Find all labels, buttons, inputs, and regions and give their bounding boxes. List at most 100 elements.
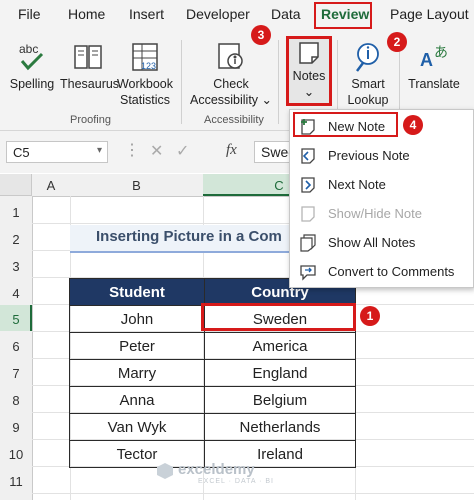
tab-page-layout[interactable]: Page Layout [390, 6, 469, 22]
student-cell[interactable]: Peter [69, 332, 205, 360]
ribbon-separator [278, 40, 279, 124]
show-all-notes-icon [299, 234, 317, 257]
convert-to-comments-icon [299, 263, 317, 286]
step-badge-2: 2 [387, 32, 407, 52]
row-header-4[interactable]: 4 [0, 286, 32, 301]
book-icon [74, 45, 102, 69]
show-all-notes-label: Show All Notes [328, 235, 416, 250]
smart-lookup-label-2: Lookup [347, 93, 389, 107]
tab-home[interactable]: Home [68, 6, 105, 22]
proofing-group-label: Proofing [70, 114, 111, 126]
spelling-button[interactable]: abc Spelling [8, 40, 56, 92]
svg-text:A: A [420, 50, 433, 70]
chevron-down-icon: ▾ [96, 145, 102, 156]
menu-item-previous-note[interactable]: Previous Note [290, 141, 473, 170]
column-header-a[interactable]: A [32, 178, 70, 193]
row-header-1[interactable]: 1 [0, 205, 32, 220]
student-cell[interactable]: Marry [69, 359, 205, 387]
country-cell[interactable]: Netherlands [204, 413, 356, 441]
name-box[interactable]: C5 ▾ [6, 141, 108, 163]
more-options-icon: ⋮ [124, 142, 140, 159]
menu-item-show-all-notes[interactable]: Show All Notes [290, 228, 473, 257]
svg-text:123: 123 [141, 61, 156, 71]
show-hide-note-icon [299, 205, 317, 228]
translate-label: Translate [408, 77, 460, 91]
thesaurus-button[interactable]: Thesaurus [60, 40, 120, 92]
row-header-3[interactable]: 3 [0, 259, 32, 274]
check-accessibility-label-1: Check [213, 77, 249, 91]
spelling-icon: abc [19, 42, 44, 71]
workbook-statistics-label-2: Statistics [119, 93, 170, 107]
table-row: Marry England [69, 359, 356, 387]
svg-text:abc: abc [19, 42, 38, 56]
spelling-label: Spelling [9, 77, 55, 91]
row-header-5[interactable]: 5 [0, 312, 32, 327]
translate-icon: A あ [420, 45, 448, 70]
name-box-value: C5 [13, 145, 30, 160]
ribbon-separator [181, 40, 182, 124]
menu-item-show-hide-note[interactable]: Show/Hide Note [290, 199, 473, 228]
smart-lookup-icon [356, 43, 379, 72]
table-row: Van Wyk Netherlands [69, 413, 356, 441]
student-cell[interactable]: John [69, 305, 205, 333]
accessibility-icon [218, 43, 243, 69]
sheet-title: Inserting Picture in a Com [96, 228, 282, 245]
row-header-11[interactable]: 11 [0, 474, 32, 489]
step-badge-4: 4 [403, 115, 423, 135]
previous-note-label: Previous Note [328, 148, 410, 163]
check-accessibility-label-2: Accessibility [189, 93, 259, 107]
selected-cell-highlight [201, 303, 356, 331]
thesaurus-label: Thesaurus [60, 77, 120, 91]
student-cell[interactable]: Van Wyk [69, 413, 205, 441]
row-header-8[interactable]: 8 [0, 393, 32, 408]
cancel-icon[interactable]: ✕ [150, 141, 163, 161]
tab-data[interactable]: Data [271, 6, 301, 22]
menu-item-next-note[interactable]: Next Note [290, 170, 473, 199]
row-header-2[interactable]: 2 [0, 232, 32, 247]
menu-item-convert-to-comments[interactable]: Convert to Comments [290, 257, 473, 286]
tab-developer[interactable]: Developer [186, 6, 250, 22]
exceldemy-logo-icon [156, 462, 174, 480]
enter-icon[interactable]: ✓ [176, 141, 189, 161]
row-header-6[interactable]: 6 [0, 339, 32, 354]
notes-label: Notes [292, 69, 326, 83]
show-hide-note-label: Show/Hide Note [328, 206, 422, 221]
chevron-down-icon: ⌄ [303, 85, 315, 99]
note-icon [299, 42, 319, 64]
next-note-icon [299, 176, 317, 199]
review-tab-highlight [314, 2, 372, 29]
table-row: Peter America [69, 332, 356, 360]
country-cell[interactable]: England [204, 359, 356, 387]
translate-button[interactable]: A あ Translate [404, 40, 464, 92]
svg-text:あ: あ [434, 45, 448, 61]
row-header-7[interactable]: 7 [0, 366, 32, 381]
country-cell[interactable]: Belgium [204, 386, 356, 414]
next-note-label: Next Note [328, 177, 386, 192]
student-cell[interactable]: Anna [69, 386, 205, 414]
chevron-down-icon: ⌄ [258, 93, 273, 107]
tab-file[interactable]: File [18, 6, 41, 22]
tab-insert[interactable]: Insert [129, 6, 164, 22]
workbook-statistics-label-1: Workbook [116, 77, 174, 91]
smart-lookup-button[interactable]: Smart Lookup [344, 40, 392, 108]
ribbon-tab-bar: File Home Insert Developer Data Review P… [0, 0, 474, 34]
workbook-statistics-button[interactable]: 123 Workbook Statistics [116, 40, 174, 108]
row-header-10[interactable]: 10 [0, 447, 32, 462]
select-all-corner[interactable] [0, 174, 32, 196]
header-student[interactable]: Student [69, 278, 205, 306]
new-note-highlight [293, 112, 398, 137]
row-header-9[interactable]: 9 [0, 420, 32, 435]
column-header-b[interactable]: B [70, 178, 203, 193]
notes-button[interactable]: Notes ⌄ [289, 40, 329, 100]
accessibility-group-label: Accessibility [204, 114, 264, 126]
step-badge-3: 3 [251, 25, 271, 45]
check-accessibility-button[interactable]: Check Accessibility ⌄ [188, 40, 274, 108]
convert-to-comments-label: Convert to Comments [328, 264, 455, 279]
watermark-tagline: EXCEL · DATA · BI [198, 478, 274, 485]
previous-note-icon [299, 147, 317, 170]
smart-lookup-label-1: Smart [351, 77, 385, 91]
insert-function-icon[interactable]: fx [226, 142, 237, 159]
step-badge-1: 1 [360, 306, 380, 326]
country-cell[interactable]: America [204, 332, 356, 360]
gridline [32, 493, 474, 494]
